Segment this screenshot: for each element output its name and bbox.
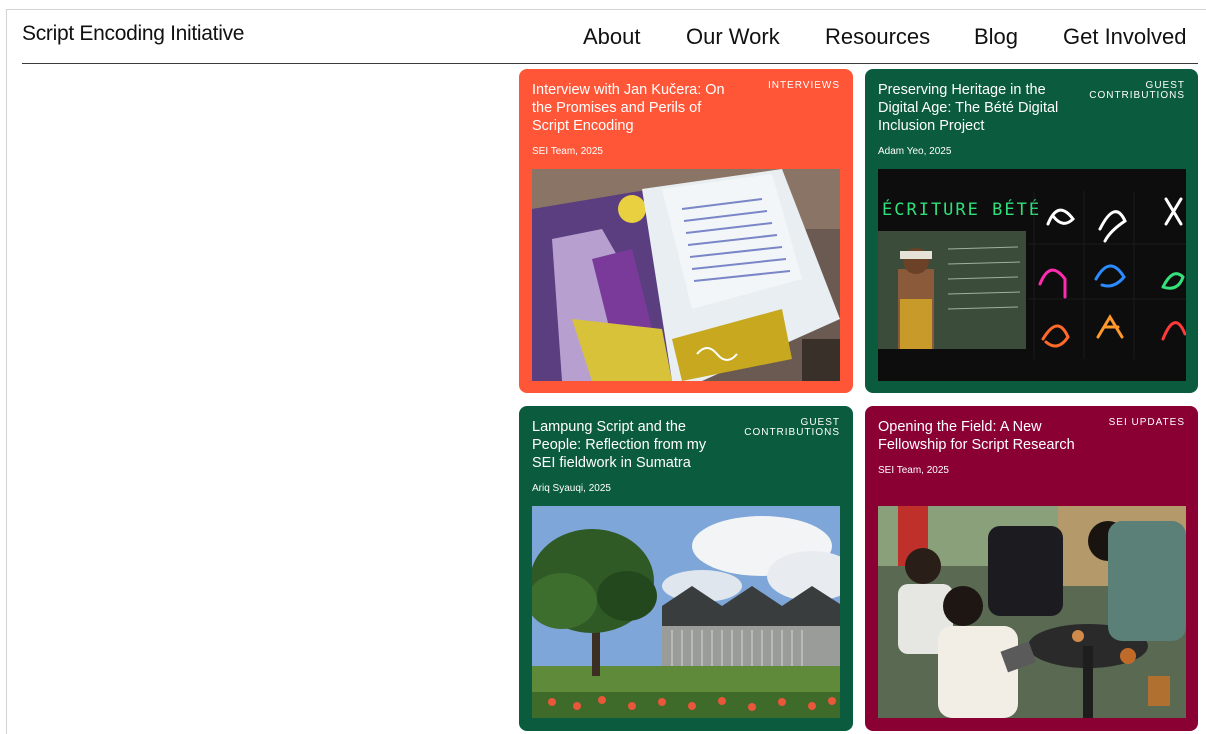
bete-script-poster-icon[interactable]: ÉCRITURE BÉTÉ (878, 169, 1186, 381)
nav-item-our-work[interactable]: Our Work (686, 24, 780, 50)
site-title[interactable]: Script Encoding Initiative (22, 22, 244, 46)
card-title[interactable]: Interview with Jan Kučera: On the Promis… (532, 81, 732, 135)
nav-item-blog[interactable]: Blog (974, 24, 1018, 50)
building-with-tree-photo-icon[interactable] (532, 506, 840, 718)
poster-caption: ÉCRITURE BÉTÉ (882, 198, 1041, 220)
card-title[interactable]: Opening the Field: A New Fellowship for … (878, 418, 1078, 454)
card-byline: SEI Team, 2025 (532, 146, 603, 157)
blog-card[interactable]: Interview with Jan Kučera: On the Promis… (519, 69, 853, 393)
card-byline: Adam Yeo, 2025 (878, 146, 952, 157)
window-frame-top (6, 9, 1206, 10)
window-frame-left (6, 9, 7, 734)
blog-card[interactable]: Opening the Field: A New Fellowship for … (865, 406, 1198, 731)
card-title[interactable]: Preserving Heritage in the Digital Age: … (878, 81, 1078, 135)
blog-card[interactable]: Preserving Heritage in the Digital Age: … (865, 69, 1198, 393)
header-divider (22, 63, 1198, 64)
card-title[interactable]: Lampung Script and the People: Reflectio… (532, 418, 732, 472)
card-byline: Ariq Syauqi, 2025 (532, 483, 611, 494)
nav-item-resources[interactable]: Resources (825, 24, 930, 50)
nav-item-about[interactable]: About (583, 24, 641, 50)
people-at-table-photo-icon[interactable] (878, 506, 1186, 718)
category-tag[interactable]: Guest Contributions (730, 418, 840, 438)
open-notebook-photo-icon[interactable] (532, 169, 840, 381)
blog-card[interactable]: Lampung Script and the People: Reflectio… (519, 406, 853, 731)
category-tag[interactable]: Interviews (730, 81, 840, 91)
card-byline: SEI Team, 2025 (878, 465, 949, 476)
category-tag[interactable]: Guest Contributions (1075, 81, 1185, 101)
category-tag[interactable]: SEI Updates (1075, 418, 1185, 428)
nav-item-get-involved[interactable]: Get Involved (1063, 24, 1187, 50)
